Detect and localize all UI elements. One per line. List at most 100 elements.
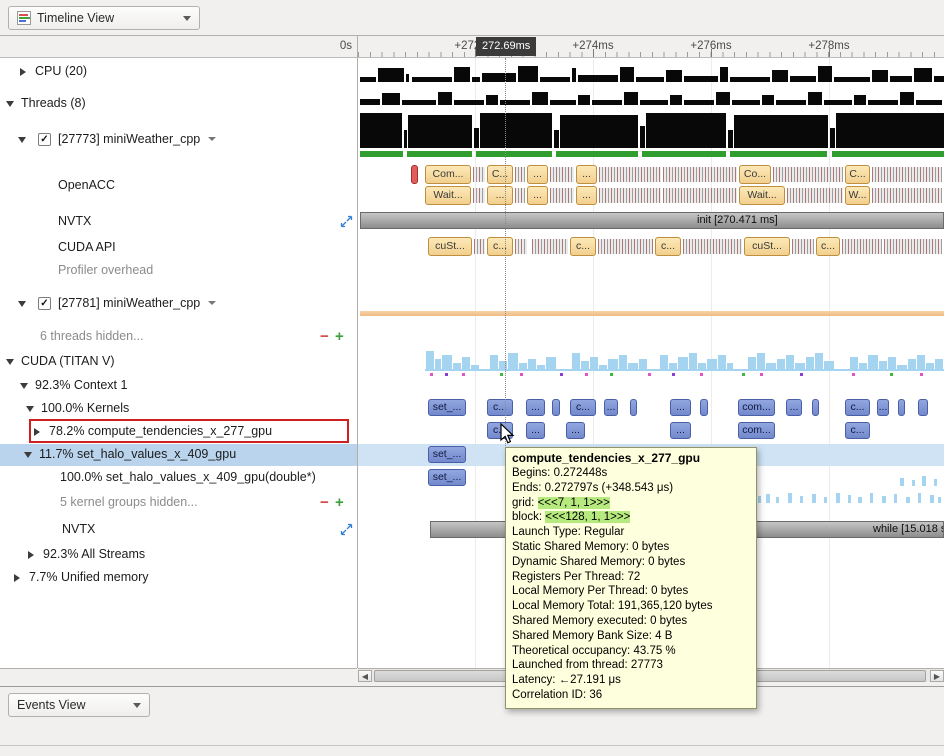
sethalo-kernel-block[interactable]: set_... (428, 446, 466, 463)
kernel-block[interactable] (552, 399, 560, 416)
tree-expander-icon[interactable] (28, 551, 34, 559)
compute-kernel-block[interactable]: ... (566, 422, 585, 439)
tree-expander-icon[interactable] (20, 68, 26, 76)
tree-row[interactable]: CUDA API (0, 237, 357, 259)
tree-row[interactable]: CPU (20) (0, 61, 357, 83)
sethalo-instance-block[interactable]: set_... (428, 469, 466, 486)
cuda-api-call-block[interactable]: c... (655, 237, 681, 256)
cuda-api-call-block[interactable]: cuSt... (428, 237, 472, 256)
timeline-view-dropdown[interactable]: Timeline View (8, 6, 200, 30)
cuda-api-call-block[interactable]: cuSt... (744, 237, 790, 256)
kernel-block[interactable]: c... (845, 399, 870, 416)
tree-row[interactable]: ✓[27781] miniWeather_cpp (0, 293, 357, 315)
expand-group-button[interactable]: + (335, 494, 344, 511)
openacc-event-block[interactable]: C... (845, 165, 870, 184)
compute-kernel-block[interactable]: c... (845, 422, 870, 439)
compute-kernel-block[interactable]: ... (526, 422, 545, 439)
compute-kernel-block[interactable]: ... (670, 422, 691, 439)
tree-expander-icon[interactable] (18, 301, 26, 307)
tree-row[interactable]: NVTX (0, 211, 357, 233)
kernel-block[interactable]: com... (738, 399, 775, 416)
tree-expander-icon[interactable] (26, 406, 34, 412)
gpu-activity-bar (698, 363, 706, 371)
tree-row[interactable]: 100.0% Kernels (0, 398, 357, 420)
collapse-group-button[interactable]: − (320, 494, 329, 511)
scroll-right-button[interactable]: ▶ (930, 670, 944, 682)
expand-track-icon[interactable] (340, 215, 353, 228)
nsight-systems-window: Timeline View 0s 272.69ms +272ms+274ms+2… (0, 0, 944, 756)
tree-item-label: 100.0% set_halo_values_x_409_gpu(double*… (60, 470, 316, 484)
openacc-event-block[interactable]: Co... (739, 165, 771, 184)
kernel-block[interactable]: ... (604, 399, 618, 416)
kernel-block[interactable]: set_... (428, 399, 466, 416)
panel-splitter[interactable] (357, 36, 358, 668)
gpu-activity-bar (669, 363, 677, 371)
expand-group-button[interactable]: + (335, 328, 344, 345)
kernel-block[interactable]: c... (487, 399, 513, 416)
kernel-block[interactable]: c... (570, 399, 596, 416)
scroll-left-button[interactable]: ◀ (358, 670, 372, 682)
tree-expander-icon[interactable] (34, 428, 40, 436)
tree-expander-icon[interactable] (18, 137, 26, 143)
timeline-view-icon (17, 11, 31, 25)
events-view-dropdown[interactable]: Events View (8, 693, 150, 717)
tree-row[interactable]: Profiler overhead (0, 260, 357, 282)
kernel-block[interactable]: ... (670, 399, 691, 416)
tooltip-row: grid: <<<7, 1, 1>>> (512, 496, 750, 511)
kernel-block[interactable] (898, 399, 905, 416)
kernel-block[interactable]: ... (526, 399, 545, 416)
openacc-wait-block[interactable]: W... (845, 186, 870, 205)
tree-row[interactable]: 92.3% All Streams (0, 544, 357, 566)
gpu-activity-bar (528, 359, 536, 371)
tree-item-label: 5 kernel groups hidden... (60, 495, 198, 509)
tree-row[interactable]: 5 kernel groups hidden... −+ (0, 492, 357, 514)
thread-checkbox[interactable]: ✓ (38, 133, 51, 146)
kernel-block[interactable] (812, 399, 819, 416)
openacc-wait-block[interactable]: Wait... (739, 186, 785, 205)
expand-track-icon[interactable] (340, 523, 353, 536)
openacc-wait-block[interactable]: Wait... (425, 186, 471, 205)
tree-row[interactable]: OpenACC (0, 175, 357, 197)
tree-expander-icon[interactable] (6, 359, 14, 365)
tree-row[interactable]: ✓[27773] miniWeather_cpp (0, 129, 357, 151)
thread-options-caret-icon[interactable] (208, 137, 216, 141)
tree-expander-icon[interactable] (6, 101, 14, 107)
openacc-event-block[interactable]: ... (527, 165, 548, 184)
tree-row[interactable]: CUDA (TITAN V) (0, 351, 357, 373)
tree-expander-icon[interactable] (14, 574, 20, 582)
cuda-api-call-block[interactable]: c... (816, 237, 840, 256)
kernel-block[interactable]: ... (877, 399, 889, 416)
timeline-ruler[interactable]: 0s 272.69ms +272ms+274ms+276ms+278ms (0, 36, 944, 58)
kernel-block[interactable] (700, 399, 708, 416)
tree-item-label: CUDA API (58, 240, 116, 254)
tree-row[interactable]: 11.7% set_halo_values_x_409_gpu (0, 444, 357, 466)
tree-row[interactable]: 100.0% set_halo_values_x_409_gpu(double*… (0, 467, 357, 489)
tree-expander-icon[interactable] (20, 383, 28, 389)
openacc-wait-block[interactable]: ... (527, 186, 548, 205)
thread-27773-cpu-bar (474, 128, 479, 148)
openacc-wait-block[interactable]: ... (487, 186, 513, 205)
kernel-block[interactable]: ... (786, 399, 802, 416)
tree-row[interactable]: 7.7% Unified memory (0, 567, 357, 589)
openacc-wait-block[interactable]: ... (576, 186, 597, 205)
cuda-api-call-block[interactable]: c... (570, 237, 596, 256)
tree-row[interactable]: 78.2% compute_tendencies_x_277_gpu (0, 421, 357, 443)
tree-row[interactable]: NVTX (0, 519, 357, 541)
thread-checkbox[interactable]: ✓ (38, 297, 51, 310)
cuda-api-call-block[interactable]: c... (487, 237, 513, 256)
compute-kernel-block[interactable]: com... (738, 422, 775, 439)
openacc-event-block[interactable]: ... (576, 165, 597, 184)
nvtx-init-range[interactable]: init [270.471 ms] (360, 212, 944, 229)
tree-row[interactable]: 92.3% Context 1 (0, 375, 357, 397)
openacc-event-block[interactable]: C... (487, 165, 513, 184)
thread-options-caret-icon[interactable] (208, 301, 216, 305)
kernel-block[interactable] (630, 399, 637, 416)
tree-expander-icon[interactable] (24, 452, 32, 458)
kernel-mini-bar (922, 476, 926, 486)
kernel-block[interactable] (918, 399, 928, 416)
collapse-group-button[interactable]: − (320, 328, 329, 345)
openacc-event-block[interactable]: Com... (425, 165, 471, 184)
tree-row[interactable]: 6 threads hidden...−+ (0, 326, 357, 348)
gpu-activity-bar (926, 363, 934, 371)
tree-row[interactable]: Threads (8) (0, 93, 357, 115)
